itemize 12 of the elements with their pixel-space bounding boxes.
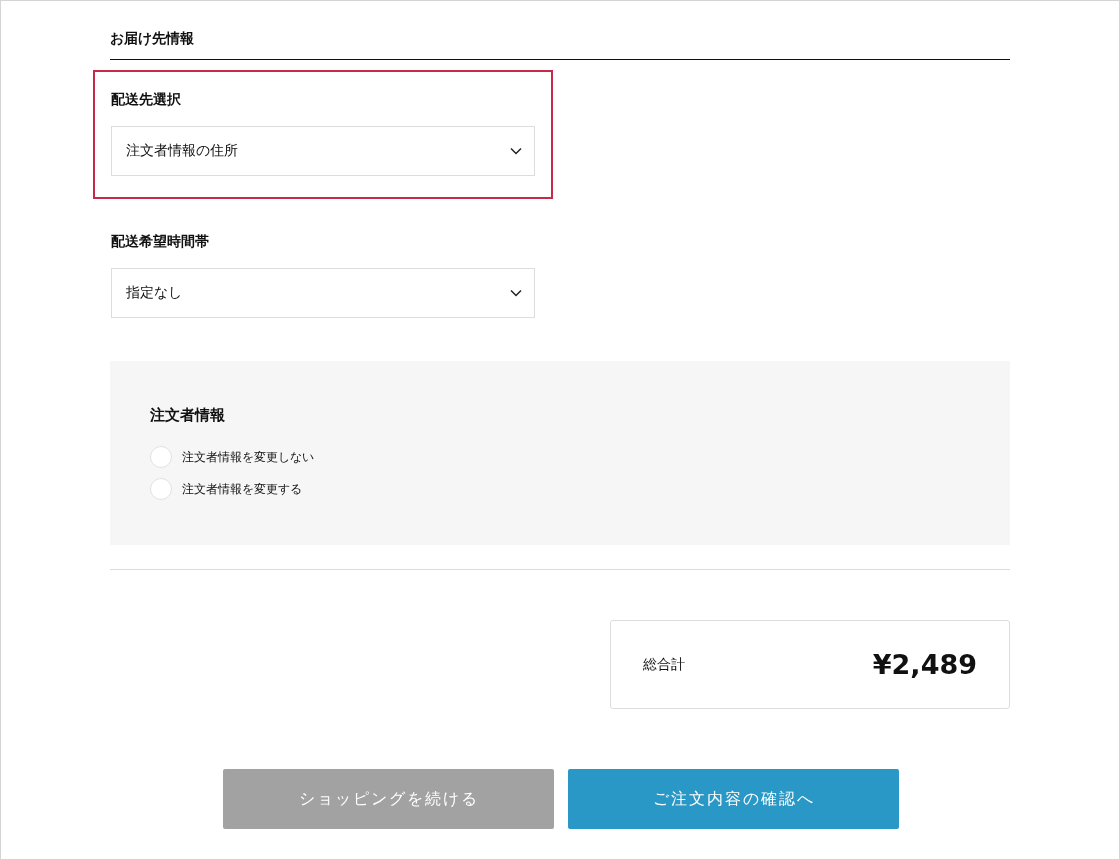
radio-option[interactable]: 注文者情報を変更する [150,478,302,500]
chevron-down-icon [510,289,522,297]
total-amount: ¥2,489 [872,649,977,680]
field-label: 配送先選択 [111,91,181,109]
panel-title: 注文者情報 [150,406,225,425]
field-label: 配送希望時間帯 [111,233,209,251]
total-label: 総合計 [643,655,685,674]
chevron-down-icon [510,147,522,155]
section-title: お届け先情報 [110,30,194,46]
select-field[interactable]: 指定なし [111,268,535,318]
select-field[interactable]: 注文者情報の住所 [111,126,535,176]
radio-option[interactable]: 注文者情報を変更しない [150,446,314,468]
